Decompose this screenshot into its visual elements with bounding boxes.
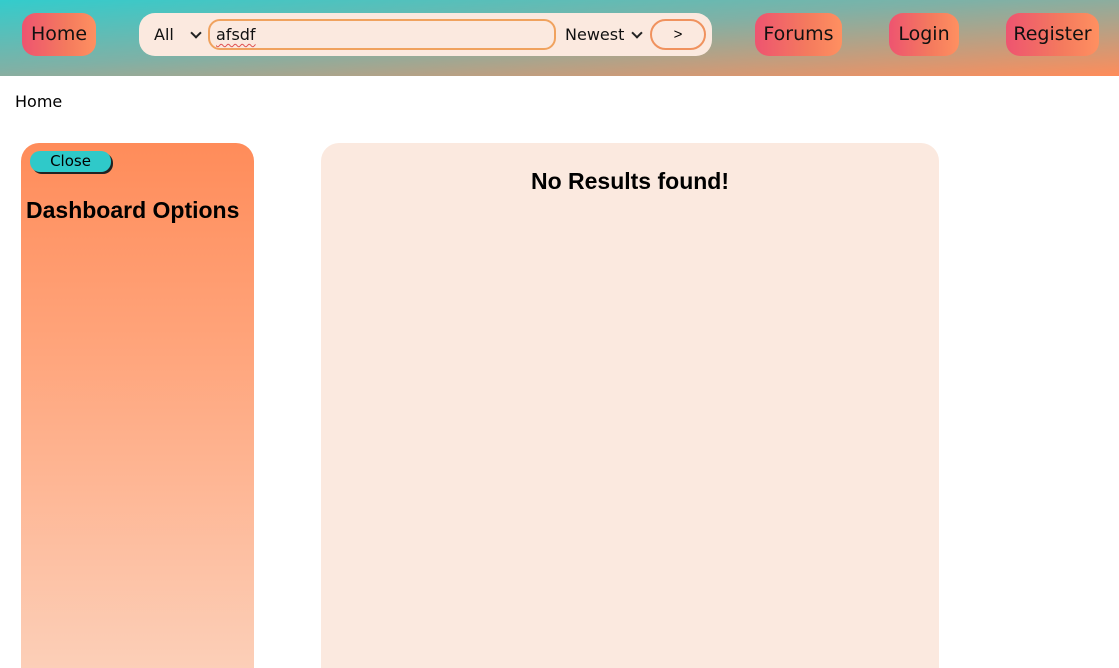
breadcrumb[interactable]: Home bbox=[15, 92, 62, 111]
search-input[interactable]: afsdf bbox=[208, 19, 556, 50]
category-select-value: All bbox=[154, 25, 174, 44]
results-panel: No Results found! bbox=[321, 143, 939, 668]
top-navigation-bar: Home All afsdf Newest > Forums Login Reg… bbox=[0, 0, 1119, 76]
forums-button[interactable]: Forums bbox=[755, 13, 842, 56]
category-select[interactable]: All bbox=[154, 13, 204, 56]
home-button[interactable]: Home bbox=[22, 13, 96, 56]
register-button[interactable]: Register bbox=[1006, 13, 1099, 56]
sidebar-title: Dashboard Options bbox=[26, 197, 240, 223]
chevron-down-icon bbox=[631, 27, 643, 39]
close-sidebar-button[interactable]: Close bbox=[30, 151, 111, 172]
no-results-message: No Results found! bbox=[530, 168, 730, 194]
sort-select-value: Newest bbox=[565, 25, 625, 44]
search-input-value: afsdf bbox=[216, 25, 256, 44]
chevron-down-icon bbox=[190, 27, 202, 39]
search-bar: All afsdf Newest > bbox=[139, 13, 712, 56]
sort-select[interactable]: Newest bbox=[565, 13, 645, 56]
search-submit-button[interactable]: > bbox=[650, 19, 706, 50]
dashboard-sidebar: Close Dashboard Options bbox=[21, 143, 254, 668]
login-button[interactable]: Login bbox=[889, 13, 959, 56]
